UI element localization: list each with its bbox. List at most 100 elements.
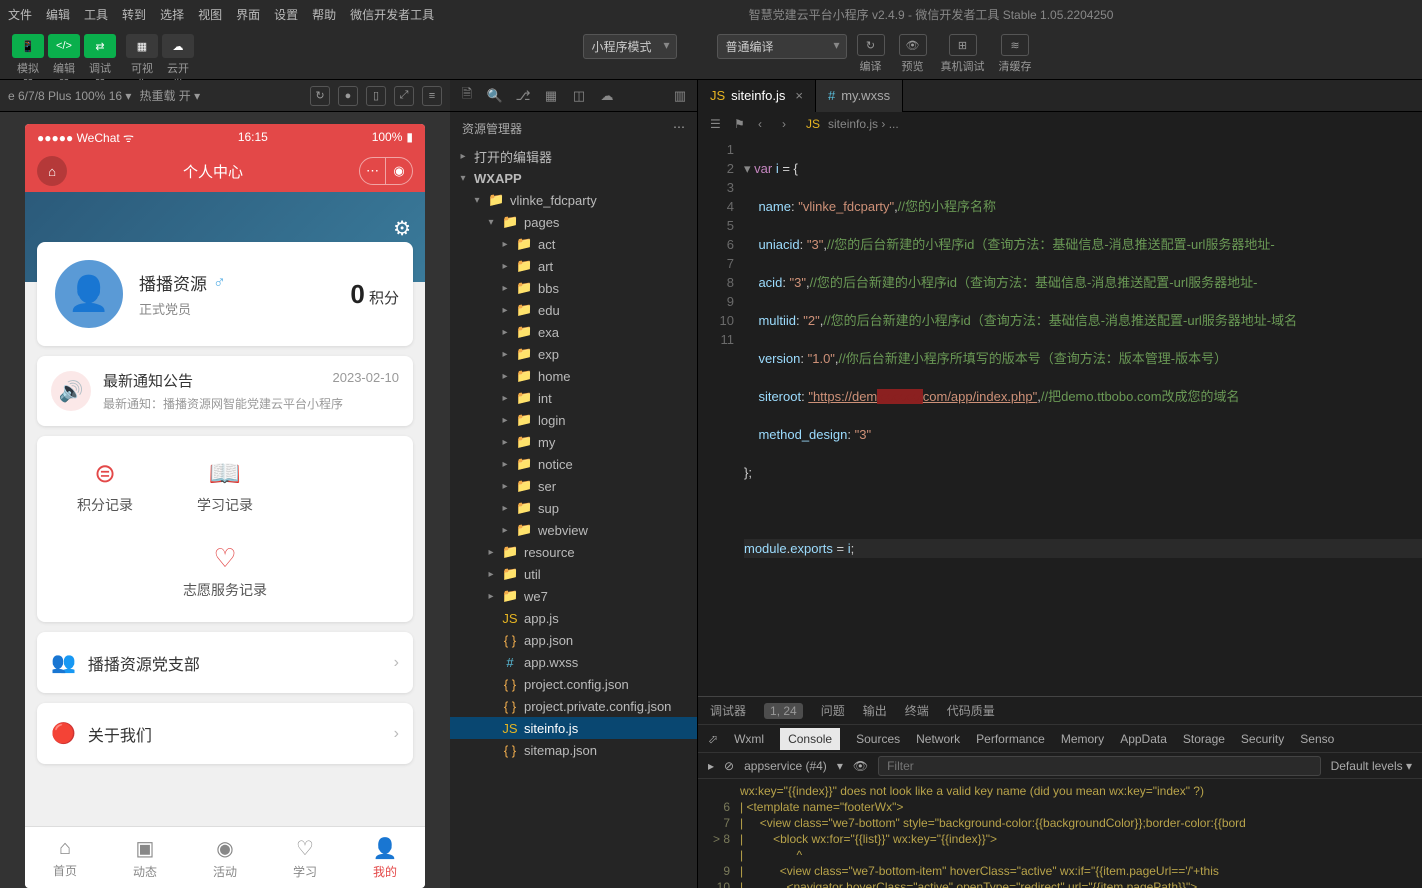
tree-folder[interactable]: ▸📁util bbox=[450, 563, 697, 585]
tree-folder[interactable]: ▸📁login bbox=[450, 409, 697, 431]
tree-folder[interactable]: ▸📁exp bbox=[450, 343, 697, 365]
tree-folder[interactable]: ▸📁my bbox=[450, 431, 697, 453]
gear-icon[interactable]: ⚙ bbox=[393, 216, 411, 241]
tree-folder[interactable]: ▾📁vlinke_fdcparty bbox=[450, 189, 697, 211]
tree-file[interactable]: { }project.private.config.json bbox=[450, 695, 697, 717]
clear-icon[interactable]: ⊘ bbox=[724, 759, 734, 773]
panel-tab-output[interactable]: 输出 bbox=[863, 702, 887, 719]
tab-home[interactable]: ⌂首页 bbox=[25, 827, 105, 888]
outline-icon[interactable]: ☰ bbox=[710, 117, 726, 131]
grid-item[interactable]: 📖学习记录 bbox=[165, 444, 285, 529]
refresh-icon[interactable]: ↻ bbox=[310, 86, 330, 106]
visual-button[interactable]: ▦ bbox=[126, 34, 158, 58]
devtab-wxml[interactable]: Wxml bbox=[734, 732, 764, 746]
compile-select[interactable]: 普通编译 bbox=[717, 34, 847, 59]
branch-icon[interactable]: ⎇ bbox=[514, 87, 532, 105]
menu-item[interactable]: 选择 bbox=[160, 6, 184, 23]
panel-tab-problems[interactable]: 问题 bbox=[821, 702, 845, 719]
split-icon[interactable]: ▥ bbox=[671, 87, 689, 105]
inspect-icon[interactable]: ⬀ bbox=[708, 732, 718, 746]
panel-tab-quality[interactable]: 代码质量 bbox=[947, 702, 995, 719]
record-icon[interactable]: ● bbox=[338, 86, 358, 106]
tree-file[interactable]: #app.wxss bbox=[450, 651, 697, 673]
list-item[interactable]: 👥 播播资源党支部 › bbox=[37, 632, 413, 693]
menu-item[interactable]: 设置 bbox=[274, 6, 298, 23]
close-icon[interactable]: ◉ bbox=[386, 158, 412, 184]
tree-folder[interactable]: ▸📁art bbox=[450, 255, 697, 277]
more-icon[interactable]: ⋯ bbox=[673, 120, 685, 137]
devtab-storage[interactable]: Storage bbox=[1183, 732, 1225, 746]
notice-card[interactable]: 🔊 最新通知公告 2023-02-10 最新通知：播播资源网智能党建云平台小程序 bbox=[37, 356, 413, 426]
grid-item[interactable]: ⊜积分记录 bbox=[45, 444, 165, 529]
sidebar-icon[interactable]: ▸ bbox=[708, 759, 714, 773]
cloud-icon[interactable]: ☁ bbox=[598, 87, 616, 105]
tree-folder[interactable]: ▸📁int bbox=[450, 387, 697, 409]
debugger-toggle[interactable]: ⇄ bbox=[84, 34, 116, 58]
tree-file[interactable]: { }project.config.json bbox=[450, 673, 697, 695]
tab-feed[interactable]: ▣动态 bbox=[105, 827, 185, 888]
tree-folder[interactable]: ▸📁we7 bbox=[450, 585, 697, 607]
preview-button[interactable]: 👁预览 bbox=[899, 34, 927, 74]
menu-item[interactable]: 界面 bbox=[236, 6, 260, 23]
tree-folder[interactable]: ▸📁resource bbox=[450, 541, 697, 563]
devtab-sensor[interactable]: Senso bbox=[1300, 732, 1334, 746]
tree-file[interactable]: JSsiteinfo.js bbox=[450, 717, 697, 739]
devtab-memory[interactable]: Memory bbox=[1061, 732, 1104, 746]
cloud-button[interactable]: ☁ bbox=[162, 34, 194, 58]
tree-folder[interactable]: ▸📁ser bbox=[450, 475, 697, 497]
devtab-sources[interactable]: Sources bbox=[856, 732, 900, 746]
editor-toggle[interactable]: </> bbox=[48, 34, 80, 58]
tree-folder[interactable]: ▸📁home bbox=[450, 365, 697, 387]
code-editor[interactable]: 1234567891011 ▾ var i = { name: "vlinke_… bbox=[698, 136, 1422, 696]
search-icon[interactable]: 🔍 bbox=[486, 87, 504, 105]
rotate-icon[interactable]: ⤢ bbox=[394, 86, 414, 106]
tree-folder[interactable]: ▸📁edu bbox=[450, 299, 697, 321]
panel-tab-terminal[interactable]: 终端 bbox=[905, 702, 929, 719]
devtab-performance[interactable]: Performance bbox=[976, 732, 1045, 746]
avatar[interactable]: 👤 bbox=[51, 256, 127, 332]
tree-folder[interactable]: ▸📁notice bbox=[450, 453, 697, 475]
box-icon[interactable]: ◫ bbox=[570, 87, 588, 105]
levels-select[interactable]: Default levels ▾ bbox=[1331, 759, 1412, 773]
tab-learn[interactable]: ♡学习 bbox=[265, 827, 345, 888]
clear-cache-button[interactable]: ≋清缓存 bbox=[999, 34, 1032, 74]
devtab-appdata[interactable]: AppData bbox=[1120, 732, 1167, 746]
tab-mine[interactable]: 👤我的 bbox=[345, 827, 425, 888]
grid-item[interactable]: ♡志愿服务记录 bbox=[45, 529, 405, 614]
tree-folder[interactable]: ▸📁bbs bbox=[450, 277, 697, 299]
home-icon[interactable]: ⌂ bbox=[37, 156, 67, 186]
menu-item[interactable]: 工具 bbox=[84, 6, 108, 23]
tree-folder[interactable]: ▸📁webview bbox=[450, 519, 697, 541]
tree-file[interactable]: { }app.json bbox=[450, 629, 697, 651]
close-icon[interactable]: × bbox=[795, 88, 803, 103]
hot-reload-select[interactable]: 热重载 开 ▾ bbox=[139, 87, 200, 104]
filter-input[interactable] bbox=[878, 756, 1321, 776]
simulator-toggle[interactable]: 📱 bbox=[12, 34, 44, 58]
menu-item[interactable]: 视图 bbox=[198, 6, 222, 23]
devtab-network[interactable]: Network bbox=[916, 732, 960, 746]
panel-tab-debugger[interactable]: 调试器 bbox=[710, 702, 746, 719]
tree-folder[interactable]: ▸📁sup bbox=[450, 497, 697, 519]
menu-item[interactable]: 微信开发者工具 bbox=[350, 6, 434, 23]
menu-item[interactable]: 文件 bbox=[8, 6, 32, 23]
menu-item[interactable]: 编辑 bbox=[46, 6, 70, 23]
devtab-security[interactable]: Security bbox=[1241, 732, 1284, 746]
extensions-icon[interactable]: ▦ bbox=[542, 87, 560, 105]
context-select[interactable]: appservice (#4) bbox=[744, 759, 827, 773]
menu-item[interactable]: 帮助 bbox=[312, 6, 336, 23]
compile-button[interactable]: ↻编译 bbox=[857, 34, 885, 74]
tree-file[interactable]: { }sitemap.json bbox=[450, 739, 697, 761]
editor-tab[interactable]: JSsiteinfo.js× bbox=[698, 80, 816, 112]
tree-folder[interactable]: ▸📁act bbox=[450, 233, 697, 255]
eye-icon[interactable]: 👁 bbox=[853, 759, 868, 773]
remote-debug-button[interactable]: ⊞真机调试 bbox=[941, 34, 985, 74]
nav-back-icon[interactable]: ‹ bbox=[758, 117, 774, 131]
device-select[interactable]: e 6/7/8 Plus 100% 16 ▾ bbox=[8, 89, 131, 103]
nav-fwd-icon[interactable]: › bbox=[782, 117, 798, 131]
layers-icon[interactable]: ≡ bbox=[422, 86, 442, 106]
tree-folder[interactable]: ▾📁pages bbox=[450, 211, 697, 233]
list-item[interactable]: 🔴 关于我们 › bbox=[37, 703, 413, 764]
devtab-console[interactable]: Console bbox=[780, 728, 840, 750]
editor-tab[interactable]: #my.wxss bbox=[816, 80, 903, 112]
section-open-editors[interactable]: ▸打开的编辑器 bbox=[450, 145, 697, 167]
